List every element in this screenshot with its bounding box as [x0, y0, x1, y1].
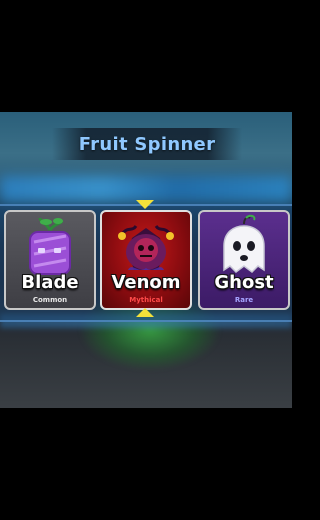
fruit-name: Blade — [21, 272, 79, 293]
fruit-rarity: Rare — [234, 296, 254, 304]
fruit-card-venom: Venom Mythical — [100, 210, 192, 310]
fruit-card-blade: Blade Common — [4, 210, 96, 310]
fruit-card-ghost: Ghost Rare — [198, 210, 290, 310]
fruit-name: Ghost — [214, 272, 274, 293]
fruit-rarity: Mythical — [129, 296, 163, 304]
selector-pointer-top-icon — [136, 200, 154, 209]
background-blur-band — [0, 176, 292, 202]
fruit-rarity: Common — [32, 296, 68, 304]
selector-pointer-bottom-icon — [136, 308, 154, 317]
fruit-name: Venom — [111, 272, 181, 293]
spinner-title-bar: Fruit Spinner — [52, 128, 242, 160]
spinner-title: Fruit Spinner — [78, 133, 216, 155]
